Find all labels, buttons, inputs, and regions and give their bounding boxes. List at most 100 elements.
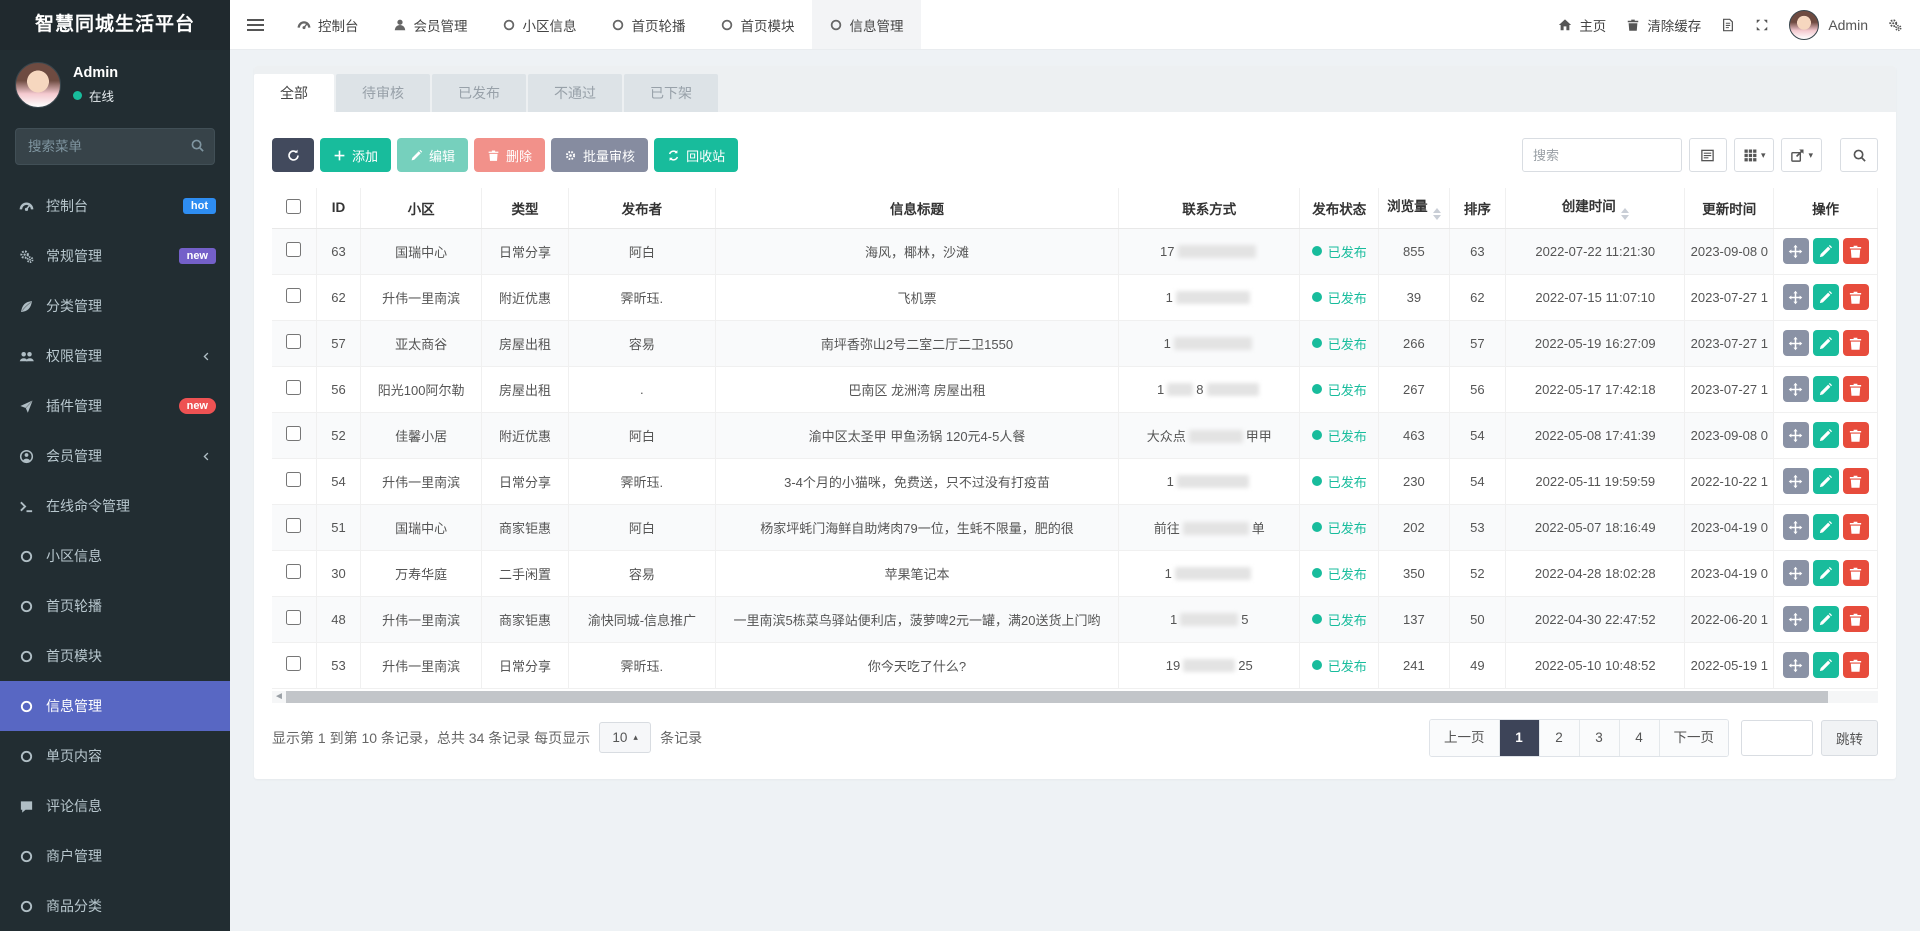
edit-row-button[interactable] bbox=[1813, 238, 1839, 264]
page-button-1[interactable]: 1 bbox=[1500, 720, 1540, 756]
move-button[interactable] bbox=[1783, 330, 1809, 356]
log-button[interactable] bbox=[1721, 18, 1735, 32]
move-button[interactable] bbox=[1783, 376, 1809, 402]
edit-row-button[interactable] bbox=[1813, 652, 1839, 678]
tab-全部[interactable]: 全部 bbox=[254, 74, 334, 112]
sort-icon[interactable] bbox=[1433, 208, 1441, 220]
page-size-select[interactable]: 10 ▴ bbox=[599, 722, 651, 753]
move-button[interactable] bbox=[1783, 606, 1809, 632]
jump-button[interactable]: 跳转 bbox=[1821, 720, 1878, 756]
move-button[interactable] bbox=[1783, 468, 1809, 494]
move-button[interactable] bbox=[1783, 284, 1809, 310]
sidebar-item-评论信息[interactable]: 评论信息 bbox=[0, 781, 230, 831]
recycle-bin-button[interactable]: 回收站 bbox=[654, 138, 738, 172]
row-checkbox[interactable] bbox=[286, 288, 301, 303]
sidebar-item-在线命令管理[interactable]: 在线命令管理 bbox=[0, 481, 230, 531]
topnav-item-小区信息[interactable]: 小区信息 bbox=[485, 0, 594, 49]
row-checkbox[interactable] bbox=[286, 656, 301, 671]
edit-row-button[interactable] bbox=[1813, 560, 1839, 586]
menu-toggle-button[interactable] bbox=[230, 0, 280, 49]
prev-page-button[interactable]: 上一页 bbox=[1430, 720, 1500, 756]
move-button[interactable] bbox=[1783, 514, 1809, 540]
edit-row-button[interactable] bbox=[1813, 606, 1839, 632]
row-checkbox[interactable] bbox=[286, 518, 301, 533]
scroll-left-arrow-icon[interactable]: ◄ bbox=[272, 691, 286, 702]
sidebar-item-控制台[interactable]: 控制台hot bbox=[0, 181, 230, 231]
column-header-创建时间[interactable]: 创建时间 bbox=[1506, 188, 1685, 228]
batch-audit-button[interactable]: 批量审核 bbox=[551, 138, 648, 172]
edit-button[interactable]: 编辑 bbox=[397, 138, 468, 172]
export-button[interactable]: ▾ bbox=[1781, 138, 1822, 172]
row-checkbox[interactable] bbox=[286, 380, 301, 395]
sidebar-item-会员管理[interactable]: 会员管理 bbox=[0, 431, 230, 481]
delete-row-button[interactable] bbox=[1843, 606, 1869, 632]
delete-row-button[interactable] bbox=[1843, 284, 1869, 310]
clear-cache-link[interactable]: 清除缓存 bbox=[1626, 15, 1701, 35]
edit-row-button[interactable] bbox=[1813, 376, 1839, 402]
next-page-button[interactable]: 下一页 bbox=[1660, 720, 1729, 756]
delete-row-button[interactable] bbox=[1843, 330, 1869, 356]
settings-button[interactable] bbox=[1888, 18, 1902, 32]
tab-不通过[interactable]: 不通过 bbox=[528, 74, 622, 112]
sidebar-item-常规管理[interactable]: 常规管理new bbox=[0, 231, 230, 281]
topnav-item-信息管理[interactable]: 信息管理 bbox=[812, 0, 921, 49]
edit-row-button[interactable] bbox=[1813, 422, 1839, 448]
row-checkbox[interactable] bbox=[286, 610, 301, 625]
detail-view-button[interactable] bbox=[1689, 138, 1727, 172]
sidebar-item-信息管理[interactable]: 信息管理 bbox=[0, 681, 230, 731]
sidebar-item-单页内容[interactable]: 单页内容 bbox=[0, 731, 230, 781]
edit-row-button[interactable] bbox=[1813, 330, 1839, 356]
page-button-2[interactable]: 2 bbox=[1540, 720, 1580, 756]
sidebar-search-input[interactable] bbox=[15, 128, 215, 165]
sidebar-item-商户管理[interactable]: 商户管理 bbox=[0, 831, 230, 881]
refresh-button[interactable] bbox=[272, 138, 314, 172]
row-checkbox[interactable] bbox=[286, 564, 301, 579]
row-checkbox[interactable] bbox=[286, 426, 301, 441]
move-button[interactable] bbox=[1783, 422, 1809, 448]
edit-row-button[interactable] bbox=[1813, 468, 1839, 494]
sidebar-item-分类管理[interactable]: 分类管理 bbox=[0, 281, 230, 331]
delete-row-button[interactable] bbox=[1843, 652, 1869, 678]
fullscreen-button[interactable] bbox=[1755, 18, 1769, 32]
table-search-input[interactable] bbox=[1522, 138, 1682, 172]
edit-row-button[interactable] bbox=[1813, 514, 1839, 540]
tab-待审核[interactable]: 待审核 bbox=[336, 74, 430, 112]
delete-row-button[interactable] bbox=[1843, 560, 1869, 586]
sidebar-item-插件管理[interactable]: 插件管理new bbox=[0, 381, 230, 431]
row-checkbox[interactable] bbox=[286, 334, 301, 349]
columns-button[interactable]: ▾ bbox=[1734, 138, 1775, 172]
sidebar-item-小区信息[interactable]: 小区信息 bbox=[0, 531, 230, 581]
delete-row-button[interactable] bbox=[1843, 422, 1869, 448]
page-button-3[interactable]: 3 bbox=[1580, 720, 1620, 756]
topnav-item-控制台[interactable]: 控制台 bbox=[280, 0, 376, 49]
delete-row-button[interactable] bbox=[1843, 514, 1869, 540]
topnav-item-首页模块[interactable]: 首页模块 bbox=[703, 0, 812, 49]
tab-已发布[interactable]: 已发布 bbox=[432, 74, 526, 112]
page-button-4[interactable]: 4 bbox=[1620, 720, 1660, 756]
delete-button[interactable]: 删除 bbox=[474, 138, 545, 172]
row-checkbox[interactable] bbox=[286, 242, 301, 257]
sidebar-item-首页模块[interactable]: 首页模块 bbox=[0, 631, 230, 681]
search-icon[interactable] bbox=[190, 138, 205, 153]
scrollbar-thumb[interactable] bbox=[286, 691, 1828, 703]
user-menu[interactable]: Admin bbox=[1789, 10, 1868, 40]
home-link[interactable]: 主页 bbox=[1558, 15, 1606, 35]
search-button[interactable] bbox=[1840, 138, 1878, 172]
sidebar-item-首页轮播[interactable]: 首页轮播 bbox=[0, 581, 230, 631]
add-button[interactable]: 添加 bbox=[320, 138, 391, 172]
edit-row-button[interactable] bbox=[1813, 284, 1839, 310]
sort-icon[interactable] bbox=[1621, 208, 1629, 220]
delete-row-button[interactable] bbox=[1843, 376, 1869, 402]
delete-row-button[interactable] bbox=[1843, 468, 1869, 494]
topnav-item-会员管理[interactable]: 会员管理 bbox=[376, 0, 485, 49]
topnav-item-首页轮播[interactable]: 首页轮播 bbox=[594, 0, 703, 49]
move-button[interactable] bbox=[1783, 238, 1809, 264]
sidebar-item-商品分类[interactable]: 商品分类 bbox=[0, 881, 230, 931]
row-checkbox[interactable] bbox=[286, 472, 301, 487]
delete-row-button[interactable] bbox=[1843, 238, 1869, 264]
tab-已下架[interactable]: 已下架 bbox=[624, 74, 718, 112]
column-header-浏览量[interactable]: 浏览量 bbox=[1379, 188, 1450, 228]
move-button[interactable] bbox=[1783, 560, 1809, 586]
horizontal-scrollbar[interactable]: ◄ bbox=[272, 691, 1878, 703]
sidebar-item-权限管理[interactable]: 权限管理 bbox=[0, 331, 230, 381]
